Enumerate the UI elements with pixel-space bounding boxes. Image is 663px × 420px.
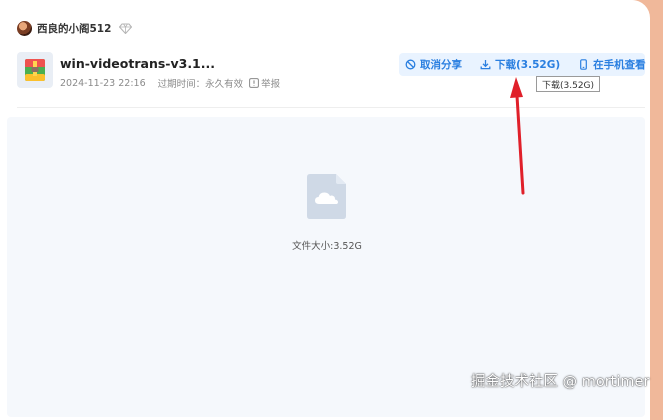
user-row: 西良的小阁512 bbox=[17, 19, 133, 37]
download-icon bbox=[480, 60, 491, 70]
diamond-icon bbox=[119, 22, 133, 34]
download-tooltip: 下载(3.52G) bbox=[536, 76, 601, 92]
phone-icon bbox=[580, 59, 588, 70]
cloud-file-icon bbox=[307, 174, 346, 219]
ban-icon bbox=[405, 59, 416, 70]
action-bar: 取消分享 下载(3.52G) 在手机查看 bbox=[399, 53, 646, 76]
archive-icon bbox=[17, 52, 53, 88]
share-card: 西良的小阁512 win-videotrans-v3.1... 2024-11-… bbox=[0, 0, 650, 420]
mobile-view-label: 在手机查看 bbox=[593, 59, 646, 71]
cancel-share-label: 取消分享 bbox=[420, 59, 462, 71]
download-label: 下载(3.52G) bbox=[495, 59, 561, 71]
report-label: 举报 bbox=[261, 79, 281, 90]
username[interactable]: 西良的小阁512 bbox=[37, 21, 111, 36]
report-link[interactable]: 举报 bbox=[249, 76, 280, 90]
file-name[interactable]: win-videotrans-v3.1... bbox=[60, 56, 215, 71]
report-icon bbox=[249, 78, 260, 88]
file-size-text: 文件大小:3.52G bbox=[292, 241, 362, 252]
mobile-view-button[interactable]: 在手机查看 bbox=[578, 57, 646, 72]
file-meta: 2024-11-23 22:16 过期时间：永久有效 举报 bbox=[60, 76, 280, 91]
divider bbox=[17, 107, 645, 108]
file-expiry: 过期时间：永久有效 bbox=[157, 79, 244, 90]
avatar[interactable] bbox=[17, 20, 32, 36]
download-button[interactable]: 下载(3.52G) bbox=[480, 57, 560, 72]
cancel-share-button[interactable]: 取消分享 bbox=[405, 57, 462, 72]
file-date: 2024-11-23 22:16 bbox=[60, 77, 146, 89]
watermark: 掘金技术社区 @ mortimer bbox=[471, 374, 650, 390]
